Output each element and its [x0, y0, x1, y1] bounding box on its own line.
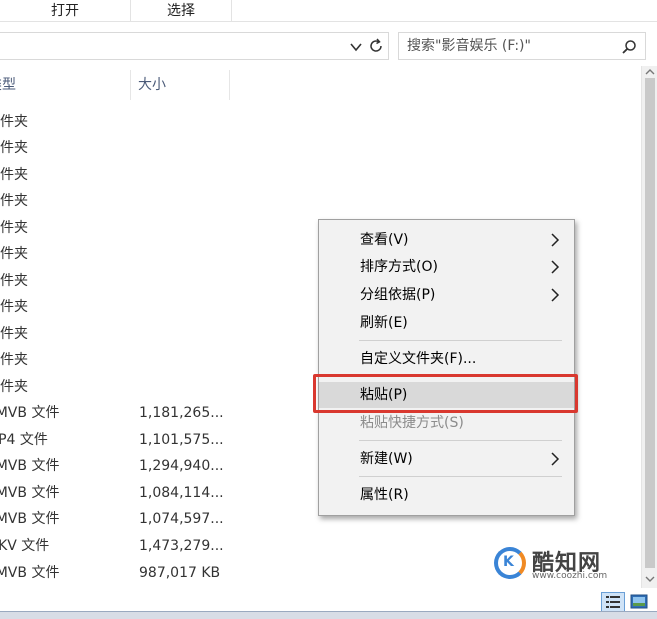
file-type: 文件夹	[0, 220, 28, 236]
scrollbar-thumb[interactable]	[645, 78, 655, 568]
menu-separator	[359, 440, 562, 441]
list-item[interactable]: 文件夹	[0, 109, 640, 135]
file-size: 1,101,575...	[139, 432, 224, 448]
refresh-icon[interactable]	[367, 37, 385, 55]
menu-separator	[359, 340, 562, 341]
menu-item-refresh[interactable]: 刷新(E)	[319, 310, 574, 336]
menu-item-group-by[interactable]: 分组依据(P)	[319, 282, 574, 308]
list-item[interactable]: 文件夹	[0, 162, 640, 188]
file-type: 文件夹	[0, 114, 28, 130]
open-button[interactable]: 打开	[0, 0, 130, 22]
file-type: RMVB 文件	[0, 458, 60, 474]
chevron-right-icon	[551, 233, 560, 247]
menu-item-label: 属性(R)	[360, 487, 409, 503]
file-type: 文件夹	[0, 326, 28, 342]
ribbon-divider	[231, 0, 232, 22]
file-size: 1,074,597...	[139, 511, 224, 527]
file-type: RMVB 文件	[0, 565, 60, 581]
search-icon[interactable]	[621, 39, 637, 55]
column-divider[interactable]	[130, 70, 131, 100]
menu-item-paste-shortcut: 粘贴快捷方式(S)	[319, 410, 574, 436]
search-box[interactable]: 搜索"影音娱乐 (F:)"	[398, 32, 646, 60]
chevron-down-icon[interactable]	[349, 40, 363, 54]
scroll-down-icon[interactable]	[645, 574, 655, 584]
chevron-right-icon	[551, 452, 560, 466]
column-header-size[interactable]: 大小	[138, 72, 166, 100]
highlight-box	[313, 374, 578, 413]
file-type: RMVB 文件	[0, 485, 60, 501]
menu-item-label: 新建(W)	[360, 451, 413, 467]
file-type: 文件夹	[0, 273, 28, 289]
logo-letter: K	[503, 554, 514, 570]
menu-item-customize-folder[interactable]: 自定义文件夹(F)...	[319, 346, 574, 372]
file-type: 文件夹	[0, 193, 28, 209]
file-type: 文件夹	[0, 246, 28, 262]
context-menu: 查看(V) 排序方式(O) 分组依据(P) 刷新(E) 自定义文件夹(F)...…	[318, 219, 575, 516]
file-type: 文件夹	[0, 140, 28, 156]
select-button[interactable]: 选择	[131, 0, 231, 22]
address-bar[interactable]	[0, 32, 389, 60]
ribbon: 打开 选择	[0, 0, 657, 22]
search-input[interactable]: 搜索"影音娱乐 (F:)"	[407, 33, 607, 59]
file-size: 1,084,114...	[139, 485, 224, 501]
file-size: 1,473,279...	[139, 538, 224, 554]
scroll-up-icon[interactable]	[645, 67, 655, 77]
file-type: 文件夹	[0, 299, 28, 315]
chevron-right-icon	[551, 288, 560, 302]
menu-item-label: 分组依据(P)	[360, 287, 436, 303]
file-type: 文件夹	[0, 167, 28, 183]
list-item[interactable]: 文件夹	[0, 188, 640, 214]
file-size: 987,017 KB	[139, 565, 221, 581]
chevron-right-icon	[551, 260, 560, 274]
watermark: K 酷知网 www.coozhi.com	[494, 543, 620, 585]
file-size: 1,294,940...	[139, 458, 224, 474]
menu-item-new[interactable]: 新建(W)	[319, 446, 574, 472]
large-icons-view-icon[interactable]	[627, 592, 651, 612]
menu-item-properties[interactable]: 属性(R)	[319, 482, 574, 508]
file-type: RMVB 文件	[0, 511, 60, 527]
file-type: 文件夹	[0, 379, 28, 395]
file-type: MP4 文件	[0, 432, 48, 448]
menu-item-sort-by[interactable]: 排序方式(O)	[319, 254, 574, 280]
list-item[interactable]: 文件夹	[0, 135, 640, 161]
menu-item-label: 粘贴快捷方式(S)	[360, 415, 464, 431]
file-size: 1,181,265...	[139, 405, 224, 421]
file-type: RMVB 文件	[0, 405, 60, 421]
column-header-type[interactable]: 类型	[0, 72, 16, 100]
vertical-scrollbar[interactable]	[641, 66, 657, 588]
watermark-url: www.coozhi.com	[532, 571, 608, 581]
menu-item-label: 查看(V)	[360, 232, 409, 248]
details-view-icon[interactable]	[601, 592, 625, 612]
menu-item-label: 刷新(E)	[360, 315, 408, 331]
file-type: 文件夹	[0, 352, 28, 368]
status-bar	[0, 611, 657, 619]
column-divider[interactable]	[229, 70, 230, 100]
menu-separator	[359, 476, 562, 477]
menu-item-label: 排序方式(O)	[360, 259, 438, 275]
file-type: MKV 文件	[0, 538, 50, 554]
menu-item-view[interactable]: 查看(V)	[319, 227, 574, 253]
menu-item-label: 自定义文件夹(F)...	[360, 351, 477, 367]
